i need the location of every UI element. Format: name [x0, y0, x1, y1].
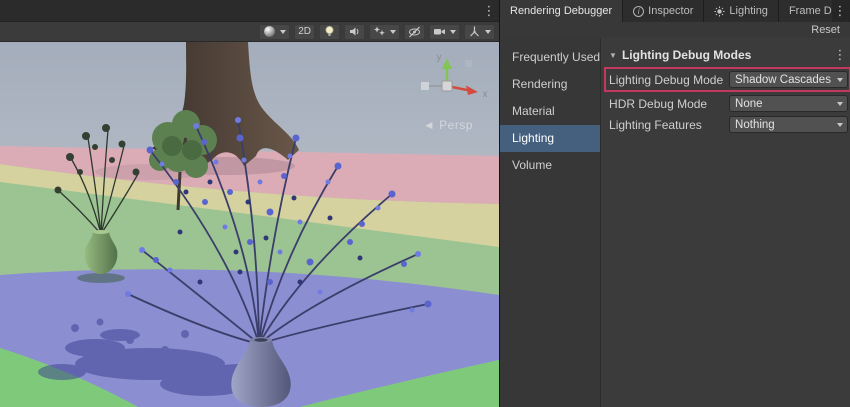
gizmo-back-handle[interactable]	[465, 60, 472, 67]
property-label: HDR Debug Mode	[609, 97, 729, 111]
chevron-down-icon	[837, 78, 843, 82]
lighting-debug-mode-dropdown[interactable]: Shadow Cascades	[729, 71, 848, 88]
2d-toggle-button[interactable]: 2D	[294, 24, 315, 40]
lightbulb-icon	[323, 25, 336, 38]
camera-icon	[433, 25, 446, 38]
dropdown-value: None	[735, 98, 763, 110]
sun-icon	[714, 6, 725, 17]
gizmos-dropdown-button[interactable]	[464, 24, 495, 40]
gizmo-x-label: x	[483, 89, 488, 100]
shading-mode-button[interactable]	[259, 24, 290, 40]
audio-toggle-button[interactable]	[344, 24, 365, 40]
chevron-down-icon	[837, 123, 843, 127]
highlight-annotation: Lighting Debug Mode Shadow Cascades	[604, 67, 850, 92]
tab-label: Frame D	[789, 0, 832, 22]
property-row: HDR Debug Mode None	[609, 94, 848, 113]
gizmo-y-axis-cone[interactable]	[442, 58, 452, 69]
panel-tab-bar: Rendering Debugger Inspector Lighting Fr…	[499, 0, 850, 22]
back-arrow-icon: ◄	[423, 118, 435, 132]
persp-label: Persp	[439, 118, 473, 132]
gizmo-x-axis-cone[interactable]	[466, 86, 478, 96]
debugger-content: ▼ Lighting Debug Modes ⋮ Lighting Debug …	[601, 38, 850, 407]
sidebar-item-frequently-used[interactable]: Frequently Used	[500, 44, 600, 71]
section-title: Lighting Debug Modes	[622, 48, 832, 62]
lighting-features-dropdown[interactable]: Nothing	[729, 116, 848, 133]
info-icon	[633, 6, 644, 17]
reset-button[interactable]: Reset	[811, 24, 840, 36]
gizmo-neg-x-handle[interactable]	[421, 82, 429, 90]
scene-tab-bar: ⋮	[0, 0, 499, 22]
tab-inspector[interactable]: Inspector	[623, 0, 704, 22]
lighting-toggle-button[interactable]	[319, 24, 340, 40]
debugger-toolbar: Reset	[499, 22, 850, 38]
foldout-triangle-icon[interactable]: ▼	[609, 51, 617, 60]
property-row: Lighting Debug Mode Shadow Cascades	[609, 70, 848, 89]
visibility-toggle-button[interactable]	[404, 24, 425, 40]
scene-tab-menu-icon[interactable]: ⋮	[481, 0, 497, 22]
sparkle-icon	[373, 25, 386, 38]
property-label: Lighting Debug Mode	[609, 73, 729, 87]
section-menu-icon[interactable]: ⋮	[832, 46, 848, 64]
property-label: Lighting Features	[609, 118, 729, 132]
tab-label: Lighting	[729, 0, 768, 22]
gizmo-center-cube[interactable]	[442, 81, 452, 91]
chevron-down-icon	[837, 102, 843, 106]
gizmo-y-label: y	[437, 52, 442, 63]
dropdown-value: Shadow Cascades	[735, 74, 831, 86]
chevron-down-icon	[390, 30, 396, 34]
section-header: ▼ Lighting Debug Modes ⋮	[609, 46, 848, 64]
chevron-down-icon	[450, 30, 456, 34]
eye-slash-icon	[408, 25, 421, 38]
effects-dropdown-button[interactable]	[369, 24, 400, 40]
tab-label: Inspector	[648, 0, 693, 22]
tab-lighting[interactable]: Lighting	[704, 0, 779, 22]
orientation-gizmo[interactable]: y x	[401, 50, 493, 112]
scene-viewport[interactable]: y x ◄ Persp	[0, 42, 499, 407]
sidebar-item-rendering[interactable]: Rendering	[500, 71, 600, 98]
hdr-debug-mode-dropdown[interactable]: None	[729, 95, 848, 112]
dropdown-value: Nothing	[735, 119, 775, 131]
axis-tripod-icon	[468, 25, 481, 38]
chevron-down-icon	[280, 30, 286, 34]
unity-editor-window: ⋮ 2D	[0, 0, 850, 407]
shaded-sphere-icon	[263, 25, 276, 38]
2d-label: 2D	[298, 26, 311, 37]
tab-rendering-debugger[interactable]: Rendering Debugger	[500, 0, 623, 22]
rendering-debugger-panel: Frequently Used Rendering Material Light…	[499, 38, 850, 407]
sidebar-item-material[interactable]: Material	[500, 98, 600, 125]
speaker-icon	[348, 25, 361, 38]
property-row: Lighting Features Nothing	[609, 115, 848, 134]
persp-toggle[interactable]: ◄ Persp	[423, 118, 473, 132]
scene-toolbar: 2D	[0, 22, 499, 42]
debugger-sidebar: Frequently Used Rendering Material Light…	[500, 38, 601, 407]
tab-label: Rendering Debugger	[510, 0, 612, 22]
sidebar-item-volume[interactable]: Volume	[500, 152, 600, 179]
camera-dropdown-button[interactable]	[429, 24, 460, 40]
chevron-down-icon	[485, 30, 491, 34]
panel-menu-icon[interactable]: ⋮	[832, 0, 848, 22]
sidebar-item-lighting[interactable]: Lighting	[500, 125, 600, 152]
